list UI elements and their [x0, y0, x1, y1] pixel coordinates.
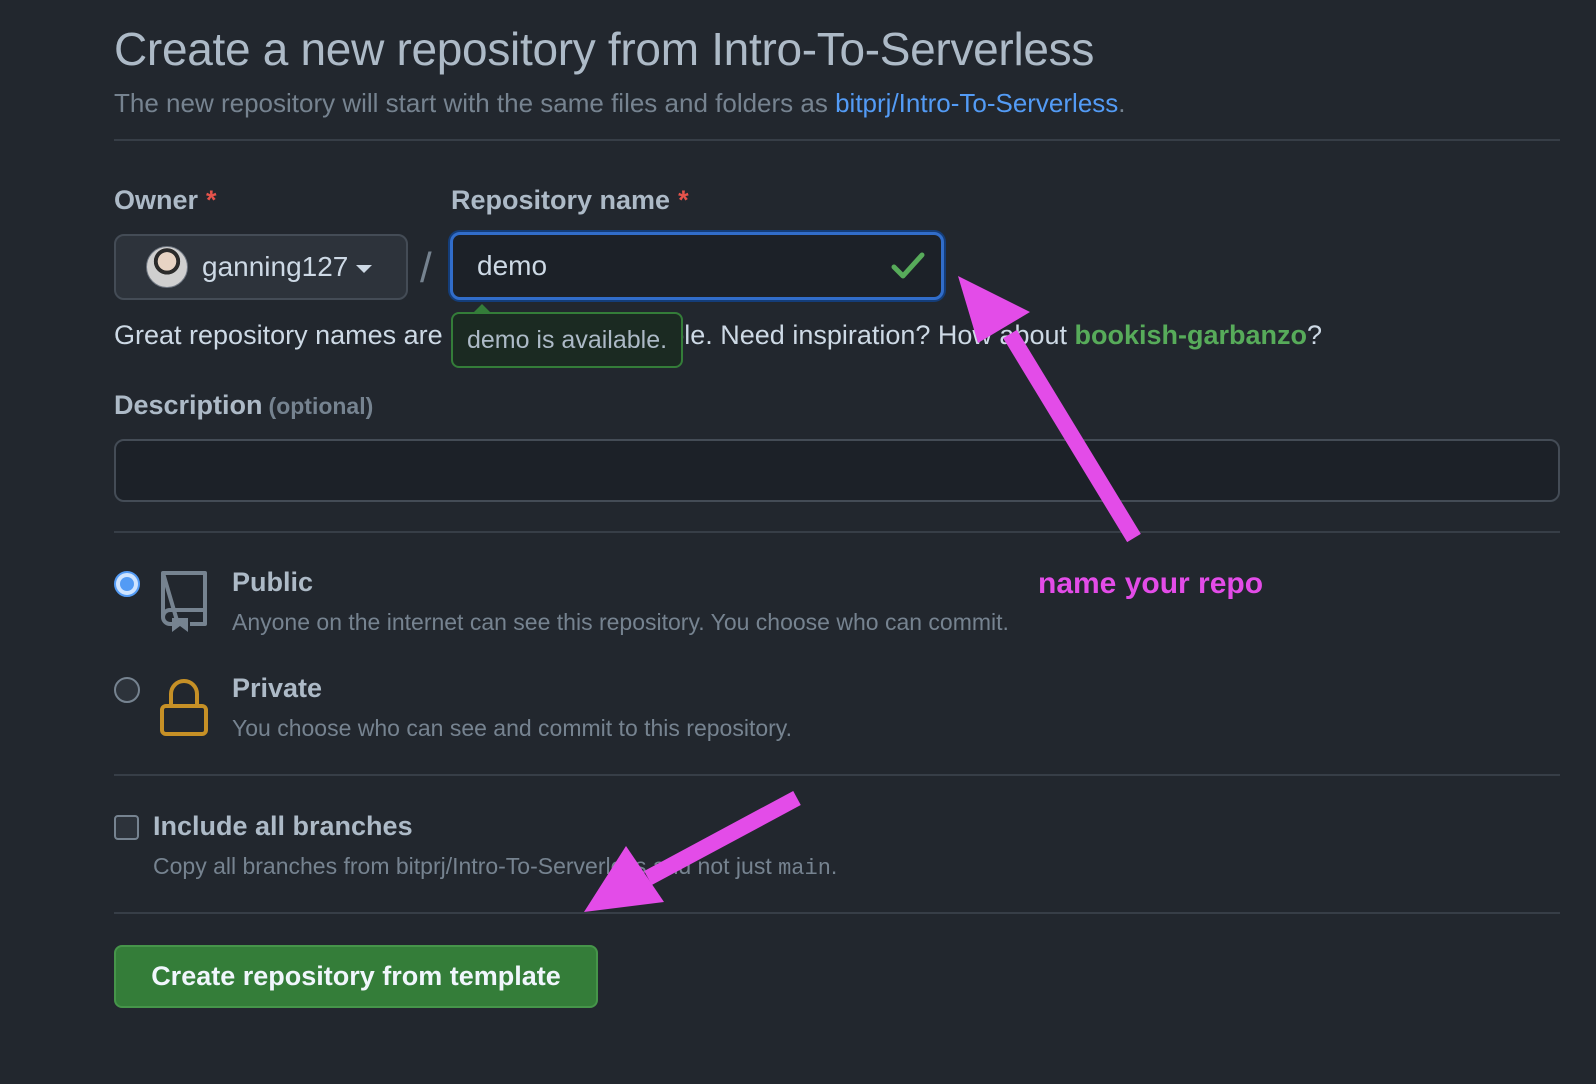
optional-tag: (optional)	[268, 393, 374, 419]
owner-repo-separator: /	[420, 244, 432, 291]
repo-name-field	[450, 232, 944, 300]
description-label: Description (optional)	[114, 390, 373, 421]
template-repo-link[interactable]: bitprj/Intro-To-Serverless	[835, 88, 1118, 118]
branch-name: main	[778, 856, 831, 881]
divider	[114, 531, 1560, 533]
repo-icon	[161, 571, 207, 632]
owner-select-button[interactable]: ganning127	[114, 234, 408, 300]
owner-label-text: Owner	[114, 185, 199, 215]
repo-name-input[interactable]	[453, 235, 941, 297]
page-subtitle: The new repository will start with the s…	[114, 88, 1126, 119]
page-title: Create a new repository from Intro-To-Se…	[114, 23, 1095, 75]
availability-tooltip: demo is available.	[451, 304, 683, 368]
private-radio[interactable]	[114, 677, 140, 703]
subtitle-period: .	[1118, 88, 1126, 118]
public-description: Anyone on the internet can see this repo…	[232, 609, 1009, 635]
owner-label: Owner *	[114, 185, 217, 216]
description-label-text: Description	[114, 390, 263, 420]
public-radio[interactable]	[114, 571, 140, 597]
repo-name-label-text: Repository name	[451, 185, 671, 215]
branches-desc-text: Copy all branches from bitprj/Intro-To-S…	[153, 853, 779, 879]
private-title: Private	[232, 673, 323, 703]
hint-end: ?	[1307, 320, 1323, 350]
repo-name-label: Repository name *	[451, 185, 689, 216]
avatar	[146, 246, 188, 288]
public-title: Public	[232, 567, 314, 597]
name-suggestion-link[interactable]: bookish-garbanzo	[1075, 320, 1308, 350]
private-description: You choose who can see and commit to thi…	[232, 715, 792, 741]
include-branches-description: Copy all branches from bitprj/Intro-To-S…	[153, 853, 837, 881]
include-branches-checkbox[interactable]	[114, 815, 139, 840]
annotation-label: name your repo	[1038, 567, 1264, 600]
create-repo-page: Create a new repository from Intro-To-Se…	[0, 0, 1596, 1084]
required-mark: *	[206, 185, 217, 215]
chevron-down-icon	[356, 265, 373, 273]
create-repository-button[interactable]: Create repository from template	[114, 945, 598, 1008]
subtitle-text: The new repository will start with the s…	[114, 88, 836, 118]
check-icon	[891, 252, 925, 279]
required-mark: *	[678, 185, 689, 215]
lock-icon	[160, 679, 208, 736]
description-input[interactable]	[114, 439, 1560, 502]
branches-desc-end: .	[830, 853, 838, 879]
divider	[114, 139, 1560, 141]
divider	[114, 774, 1560, 776]
divider	[114, 912, 1560, 914]
owner-name: ganning127	[202, 251, 349, 282]
include-branches-label: Include all branches	[153, 811, 413, 841]
annotation-arrows	[584, 276, 1141, 912]
repo-name-hint: Great repository names are short and mem…	[114, 320, 1322, 351]
